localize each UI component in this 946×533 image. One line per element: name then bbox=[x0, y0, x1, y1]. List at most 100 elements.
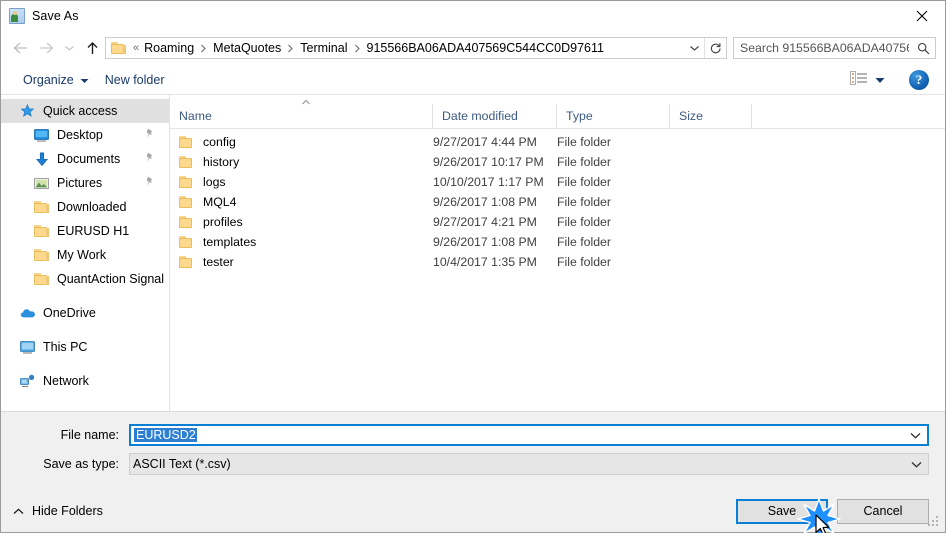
help-button[interactable]: ? bbox=[909, 69, 929, 90]
chevron-down-icon bbox=[875, 73, 885, 87]
hide-folders-label: Hide Folders bbox=[32, 504, 103, 518]
folder-icon bbox=[179, 175, 195, 189]
save-as-type-combobox[interactable]: ASCII Text (*.csv) bbox=[129, 453, 929, 475]
address-bar[interactable]: « Roaming MetaQuotes Terminal 915566BA06… bbox=[105, 37, 727, 59]
change-view-button[interactable] bbox=[846, 68, 889, 92]
save-button[interactable]: Save bbox=[736, 498, 828, 524]
sidebar-item-label: My Work bbox=[57, 248, 107, 262]
file-name-label: logs bbox=[203, 175, 226, 189]
file-name-input[interactable]: EURUSD2 bbox=[131, 428, 903, 442]
column-header-date-modified[interactable]: Date modified bbox=[433, 103, 557, 129]
table-row[interactable]: logs 10/10/2017 1:17 PM File folder bbox=[170, 172, 945, 192]
sidebar-item-documents[interactable]: Documents bbox=[1, 147, 169, 171]
network-icon bbox=[19, 373, 36, 389]
organize-button[interactable]: Organize bbox=[15, 68, 97, 92]
column-header-type[interactable]: Type bbox=[557, 103, 670, 129]
command-bar: Organize New folder ? bbox=[1, 65, 945, 95]
file-type-cell: File folder bbox=[557, 135, 611, 149]
chevron-down-icon bbox=[80, 73, 89, 87]
sidebar-item-eurusd-h1[interactable]: EURUSD H1 bbox=[1, 219, 169, 243]
breadcrumb-item-terminal-guid[interactable]: 915566BA06ADA407569C544CC0D97611 bbox=[364, 41, 607, 55]
save-button-label: Save bbox=[767, 504, 797, 518]
file-name-label: MQL4 bbox=[203, 195, 237, 209]
file-date-cell: 10/4/2017 1:35 PM bbox=[433, 255, 537, 269]
sidebar-item-onedrive[interactable]: OneDrive bbox=[1, 301, 169, 325]
folder-icon bbox=[33, 247, 50, 263]
sidebar-item-label: Pictures bbox=[57, 176, 103, 190]
breadcrumb-overflow[interactable]: « bbox=[131, 42, 141, 54]
folder-icon bbox=[33, 199, 50, 215]
back-icon[interactable] bbox=[7, 35, 33, 61]
cancel-button[interactable]: Cancel bbox=[837, 498, 929, 524]
file-name-cell: profiles bbox=[170, 215, 433, 229]
folder-icon bbox=[33, 223, 50, 239]
folder-icon bbox=[179, 215, 195, 229]
chevron-down-icon[interactable] bbox=[903, 425, 927, 445]
hide-folders-button[interactable]: Hide Folders bbox=[13, 504, 103, 518]
pin-icon[interactable] bbox=[145, 152, 155, 166]
sidebar-item-this-pc[interactable]: This PC bbox=[1, 335, 169, 359]
address-chevron-down-icon[interactable] bbox=[684, 38, 704, 58]
save-form: File name: EURUSD2 Save as type: ASCII T… bbox=[1, 411, 945, 490]
sidebar-item-quantaction-signal[interactable]: QuantAction Signal bbox=[1, 267, 169, 291]
file-type-cell: File folder bbox=[557, 235, 611, 249]
file-name-combobox[interactable]: EURUSD2 bbox=[129, 424, 929, 446]
quick-access-star-icon bbox=[19, 103, 36, 119]
search-icon[interactable] bbox=[911, 38, 935, 58]
file-date-cell: 9/26/2017 1:08 PM bbox=[433, 195, 537, 209]
cancel-button-label: Cancel bbox=[863, 504, 903, 518]
file-name-label: templates bbox=[203, 235, 257, 249]
sidebar-item-downloaded[interactable]: Downloaded bbox=[1, 195, 169, 219]
column-header-name[interactable]: Name bbox=[170, 103, 433, 129]
chevron-down-icon[interactable] bbox=[904, 454, 928, 474]
pin-icon[interactable] bbox=[145, 176, 155, 190]
file-name-cell: history bbox=[170, 155, 433, 169]
chevron-right-icon bbox=[197, 44, 210, 53]
up-one-level-icon[interactable] bbox=[79, 35, 105, 61]
breadcrumb-item-metaquotes[interactable]: MetaQuotes bbox=[210, 41, 284, 55]
table-row[interactable]: templates 9/26/2017 1:08 PM File folder bbox=[170, 232, 945, 252]
file-type-cell: File folder bbox=[557, 155, 611, 169]
sidebar-item-quick-access[interactable]: Quick access bbox=[1, 99, 169, 123]
table-row[interactable]: MQL4 9/26/2017 1:08 PM File folder bbox=[170, 192, 945, 212]
table-row[interactable]: tester 10/4/2017 1:35 PM File folder bbox=[170, 252, 945, 272]
search-input[interactable] bbox=[734, 40, 911, 56]
pin-icon[interactable] bbox=[145, 128, 155, 142]
new-folder-button[interactable]: New folder bbox=[97, 68, 173, 92]
file-name-cell: templates bbox=[170, 235, 433, 249]
pictures-icon bbox=[33, 175, 50, 191]
breadcrumb-item-roaming[interactable]: Roaming bbox=[141, 41, 197, 55]
documents-icon bbox=[33, 151, 50, 167]
sidebar-item-my-work[interactable]: My Work bbox=[1, 243, 169, 267]
table-row[interactable]: profiles 9/27/2017 4:21 PM File folder bbox=[170, 212, 945, 232]
file-name-cell: config bbox=[170, 135, 433, 149]
table-row[interactable]: config 9/27/2017 4:44 PM File folder bbox=[170, 132, 945, 152]
navigation-pane: Quick access Desktop Documents Pictures … bbox=[1, 95, 170, 411]
new-folder-label: New folder bbox=[104, 72, 165, 87]
breadcrumb-item-terminal[interactable]: Terminal bbox=[297, 41, 350, 55]
file-name-cell: logs bbox=[170, 175, 433, 189]
file-name-label: history bbox=[203, 155, 240, 169]
sidebar-item-desktop[interactable]: Desktop bbox=[1, 123, 169, 147]
file-type-cell: File folder bbox=[557, 195, 611, 209]
column-header-size[interactable]: Size bbox=[670, 103, 752, 129]
folder-icon bbox=[33, 271, 50, 287]
sidebar-item-pictures[interactable]: Pictures bbox=[1, 171, 169, 195]
save-as-type-value: ASCII Text (*.csv) bbox=[133, 457, 231, 471]
refresh-icon[interactable] bbox=[704, 38, 726, 58]
sidebar-item-label: Downloaded bbox=[57, 200, 127, 214]
search-box[interactable] bbox=[733, 37, 936, 59]
view-layout-icon bbox=[850, 71, 868, 88]
chevron-up-icon bbox=[13, 504, 24, 518]
forward-icon[interactable] bbox=[33, 35, 59, 61]
onedrive-cloud-icon bbox=[19, 305, 36, 321]
table-row[interactable]: history 9/26/2017 10:17 PM File folder bbox=[170, 152, 945, 172]
dialog-footer: Hide Folders Save Cancel bbox=[1, 490, 945, 533]
folder-icon bbox=[179, 255, 195, 269]
resize-grip[interactable] bbox=[928, 516, 941, 529]
folder-icon bbox=[179, 155, 195, 169]
close-icon[interactable] bbox=[899, 1, 945, 31]
sidebar-item-network[interactable]: Network bbox=[1, 369, 169, 393]
recent-locations-chevron-down-icon[interactable] bbox=[59, 35, 79, 61]
